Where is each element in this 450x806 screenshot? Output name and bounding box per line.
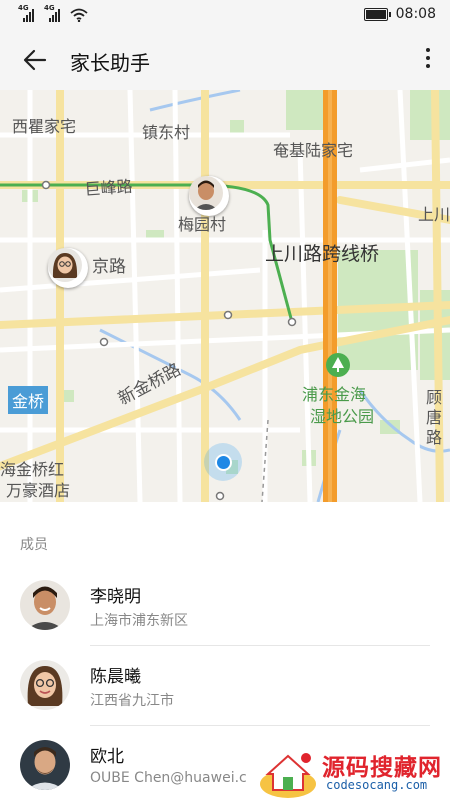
my-location-marker bbox=[204, 443, 242, 481]
map-label-shangchuan-r: 上川 bbox=[418, 205, 450, 224]
map-label-jingroad: 京路 bbox=[92, 257, 126, 277]
avatar-woman-icon bbox=[20, 660, 70, 710]
status-right: 08:08 bbox=[363, 6, 436, 22]
avatar-man-1-icon bbox=[189, 176, 223, 210]
watermark-url: codesocang.com bbox=[326, 778, 428, 792]
member-item-2[interactable]: 陈晨曦 江西省九江市 bbox=[0, 646, 450, 726]
more-vertical-icon bbox=[420, 48, 436, 68]
map-label-hotel-1: 海金桥红 bbox=[0, 460, 64, 479]
arrow-left-icon bbox=[23, 49, 47, 71]
map-label-bridge: 上川路跨线桥 bbox=[265, 243, 379, 265]
members-panel: 成员 李晓明 上海市浦东新区 陈晨曦 江西省九江市 欧北 OUBE Chen@h… bbox=[0, 502, 450, 800]
map-label-hotel-2: 万豪酒店 bbox=[6, 481, 70, 500]
avatar-man-1-icon bbox=[20, 580, 70, 630]
map-badge-jinqiao: 金桥 bbox=[8, 386, 49, 414]
more-options-button[interactable] bbox=[420, 44, 436, 76]
avatar-man-2-icon bbox=[20, 740, 70, 790]
page-title: 家长助手 bbox=[70, 51, 150, 75]
member-name: 欧北 bbox=[90, 747, 124, 767]
member-pin-1[interactable] bbox=[189, 176, 229, 216]
clock: 08:08 bbox=[395, 6, 436, 22]
member-pin-2[interactable] bbox=[48, 248, 88, 288]
map-label-meiyuan: 梅园村 bbox=[178, 215, 226, 234]
signal-icon: 4G bbox=[18, 4, 38, 22]
watermark-title: 源码搜藏网 bbox=[322, 755, 442, 781]
member-name: 陈晨曦 bbox=[90, 667, 141, 687]
status-left: 4G 4G bbox=[18, 4, 88, 22]
member-location: 江西省九江市 bbox=[90, 693, 174, 709]
battery-icon bbox=[363, 7, 391, 21]
map-canvas: 西瞿家宅 镇东村 奄基陆家宅 巨峰路 梅园村 上川 京路 上川路跨线桥 新金桥路… bbox=[0, 90, 450, 502]
app-bar: 家长助手 bbox=[0, 30, 450, 90]
house-logo-icon bbox=[260, 753, 316, 798]
back-button[interactable] bbox=[20, 45, 50, 75]
map-label-yanji: 奄基陆家宅 bbox=[273, 141, 353, 160]
member-item-1[interactable]: 李晓明 上海市浦东新区 bbox=[0, 566, 450, 646]
map-label-park: 浦东金海湿地公园 bbox=[302, 385, 374, 426]
member-location: OUBE Chen@huawei.c bbox=[90, 770, 247, 786]
map-label-gutang: 顾唐路 bbox=[426, 388, 443, 447]
map-label-zhendong: 镇东村 bbox=[142, 123, 190, 142]
map-label-jufeng: 巨峰路 bbox=[84, 177, 133, 199]
status-bar: 4G 4G 08:08 bbox=[0, 0, 450, 30]
watermark: 源码搜藏网 codesocang.com bbox=[258, 744, 448, 800]
wifi-icon bbox=[70, 8, 88, 22]
signal-icon-2: 4G bbox=[44, 4, 64, 22]
map-view[interactable]: 西瞿家宅 镇东村 奄基陆家宅 巨峰路 梅园村 上川 京路 上川路跨线桥 新金桥路… bbox=[0, 90, 450, 502]
member-location: 上海市浦东新区 bbox=[90, 613, 188, 629]
avatar-woman-icon bbox=[48, 248, 82, 282]
map-label-xiqu: 西瞿家宅 bbox=[12, 117, 76, 136]
member-name: 李晓明 bbox=[90, 587, 141, 607]
section-label-members: 成员 bbox=[20, 537, 48, 553]
